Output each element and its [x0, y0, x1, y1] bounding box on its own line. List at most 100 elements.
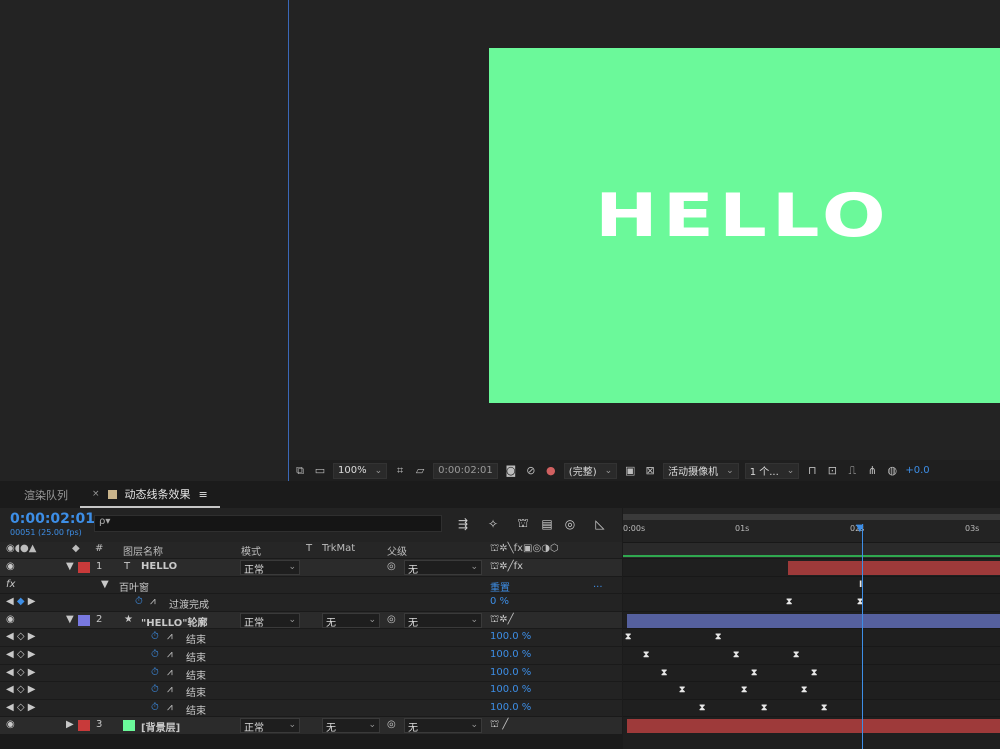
exposure-value[interactable]: +0.0 — [905, 465, 929, 476]
stopwatch-icon[interactable]: ⏱ — [151, 684, 159, 695]
graph-icon[interactable]: ⩘ — [167, 649, 173, 660]
region-of-interest-icon[interactable]: ▣ — [623, 464, 637, 478]
label-color-swatch[interactable] — [78, 614, 90, 626]
header-parent[interactable]: 父级 — [387, 543, 407, 558]
graph-icon[interactable]: ⩘ — [167, 667, 173, 678]
property-value[interactable]: 100.0 % — [490, 667, 531, 678]
keyframe[interactable]: ⧗ — [679, 685, 685, 695]
track-end-5[interactable]: ⧗ ⧗ ⧗ — [623, 698, 1000, 717]
layer-bar[interactable] — [627, 613, 1000, 628]
tab-render-queue[interactable]: 渲染队列 — [0, 482, 80, 508]
track-layer-1[interactable] — [623, 558, 1000, 576]
always-preview-icon[interactable]: ⧉ — [293, 464, 307, 478]
property-row-end-3[interactable]: ◀ ◇ ▶ ⏱ ⩘ 结束 100.0 % — [0, 663, 622, 682]
track-end-1[interactable]: ⧗ ⧗ — [623, 628, 1000, 646]
layer-row-3[interactable]: ◉ ▶ 3 [背景层] 正常 ⌄ 无 ⌄ ◎ 无 ⌄ ⛫ ╱ — [0, 716, 622, 734]
header-name[interactable]: 图层名称 — [123, 543, 163, 558]
current-time-display[interactable]: 0:00:02:01 — [10, 511, 95, 527]
eye-icon[interactable]: ◉◖●▲ — [6, 543, 36, 554]
layer-name[interactable]: HELLO — [141, 561, 177, 572]
track-end-2[interactable]: ⧗ ⧗ ⧗ — [623, 646, 1000, 664]
keyframe[interactable]: ⧗ — [761, 703, 767, 713]
playhead-icon[interactable]: ▼ — [856, 524, 868, 534]
expand-arrow-icon[interactable]: ▼ — [101, 579, 109, 590]
layer-name[interactable]: [背景层] — [141, 719, 180, 734]
layer-bar[interactable] — [788, 561, 1000, 575]
graph-icon[interactable]: ⩘ — [167, 684, 173, 695]
parent-select[interactable]: 无 ⌄ — [404, 718, 482, 734]
keyframe[interactable]: ⧗ — [699, 703, 705, 713]
composition-viewer[interactable]: HELLO ⧉ ▭ 100% ⌄ ⌗ ▱ 0:00:02:01 ◙ ⊘ ● (完整… — [288, 0, 1000, 481]
pickwhip-icon[interactable]: ◎ — [387, 561, 396, 572]
blend-mode-select[interactable]: 正常 ⌄ — [240, 718, 300, 734]
draft-3d-icon[interactable]: ✧ — [485, 516, 501, 532]
exposure-icon[interactable]: ◍ — [885, 464, 899, 478]
viewer-timecode[interactable]: 0:00:02:01 — [433, 462, 498, 479]
track-layer-2[interactable] — [623, 610, 1000, 629]
layer-bar[interactable] — [627, 719, 1000, 734]
keyframe[interactable]: ⧗ — [821, 703, 827, 713]
keyframe[interactable]: ⧗ — [733, 650, 739, 660]
property-row-transition[interactable]: ◀ ◆ ▶ ⏱ ⩘ 过渡完成 0 % — [0, 593, 622, 611]
expand-arrow-icon[interactable]: ▼ — [66, 614, 74, 625]
motion-blur-icon[interactable]: ◎ — [562, 516, 578, 532]
comp-flowchart-icon[interactable]: ⇶ — [455, 516, 471, 532]
channel-icon[interactable]: ● — [544, 464, 558, 478]
property-value[interactable]: 100.0 % — [490, 649, 531, 660]
timeline-icon[interactable]: ⎍ — [845, 464, 859, 478]
keyframe-nav[interactable]: ◀ ◇ ▶ — [6, 667, 35, 678]
toggle-pixel-icon[interactable]: ⊓ — [805, 464, 819, 478]
tab-composition[interactable]: × 动态线条效果 ≡ — [80, 482, 220, 508]
label-color-swatch[interactable] — [78, 562, 90, 573]
grid-icon[interactable]: ⌗ — [393, 464, 407, 478]
fx-icon[interactable]: fx — [6, 579, 15, 590]
keyframe[interactable]: ⧗ — [643, 650, 649, 660]
monitor-icon[interactable]: ▭ — [313, 464, 327, 478]
label-color-swatch[interactable] — [78, 720, 90, 732]
layer-switches[interactable]: ⛫✲╱ — [490, 614, 514, 627]
pickwhip-icon[interactable]: ◎ — [387, 719, 396, 730]
layer-name[interactable]: "HELLO"轮廓 — [141, 614, 208, 629]
keyframe[interactable]: ⧗ — [801, 685, 807, 695]
blend-mode-select[interactable]: 正常 ⌄ — [240, 612, 300, 629]
parent-select[interactable]: 无 ⌄ — [404, 612, 482, 629]
snapshot-icon[interactable]: ◙ — [504, 464, 518, 478]
layer-row-2[interactable]: ◉ ▼ 2 ★ "HELLO"轮廓 正常 ⌄ 无 ⌄ ◎ 无 ⌄ ⛫✲╱ — [0, 610, 622, 629]
reset-link[interactable]: 重置 — [490, 579, 510, 594]
header-trkmat[interactable]: TrkMat — [322, 543, 355, 554]
effect-row-blinds[interactable]: fx ▼ 百叶窗 重置 ... — [0, 575, 622, 594]
layer-search-input[interactable]: ρ▾ — [94, 515, 442, 532]
graph-icon[interactable]: ⩘ — [167, 702, 173, 713]
property-row-end-1[interactable]: ◀ ◇ ▶ ⏱ ⩘ 结束 100.0 % — [0, 628, 622, 646]
effect-name[interactable]: 百叶窗 — [119, 579, 149, 594]
layer-row-1[interactable]: ◉ ▼ 1 T HELLO 正常 ⌄ ◎ 无 ⌄ ⛫✲╱fx — [0, 558, 622, 576]
track-layer-3[interactable] — [623, 716, 1000, 734]
layer-switches[interactable]: ⛫ ╱ — [490, 719, 508, 732]
keyframe[interactable]: ⧗ — [751, 668, 757, 678]
graph-icon[interactable]: ⩘ — [167, 631, 173, 642]
expand-arrow-icon[interactable]: ▶ — [66, 719, 74, 730]
track-end-4[interactable]: ⧗ ⧗ ⧗ — [623, 681, 1000, 699]
keyframe[interactable]: ⧗ — [715, 632, 721, 642]
show-snapshot-icon[interactable]: ⊘ — [524, 464, 538, 478]
trkmat-select[interactable]: 无 ⌄ — [322, 612, 380, 629]
composition-canvas[interactable]: HELLO — [489, 48, 1000, 403]
trkmat-select[interactable]: 无 ⌄ — [322, 718, 380, 734]
parent-select[interactable]: 无 ⌄ — [404, 560, 482, 576]
layer-switches[interactable]: ⛫✲╱fx — [490, 561, 523, 574]
keyframe-nav[interactable]: ◀ ◇ ▶ — [6, 684, 35, 695]
keyframe[interactable]: ⧗ — [625, 632, 631, 642]
stopwatch-icon[interactable]: ⏱ — [151, 667, 159, 678]
property-value[interactable]: 100.0 % — [490, 631, 531, 642]
work-area-bar[interactable] — [623, 514, 1000, 520]
views-select[interactable]: 1 个... ⌄ — [744, 462, 800, 479]
effect-options-dots[interactable]: ... — [593, 579, 603, 590]
property-value[interactable]: 100.0 % — [490, 684, 531, 695]
graph-editor-icon[interactable]: ◺ — [592, 516, 608, 532]
keyframe-nav[interactable]: ◀ ◇ ▶ — [6, 649, 35, 660]
keyframe[interactable]: ⧗ — [793, 650, 799, 660]
stopwatch-icon[interactable]: ⏱ — [135, 596, 143, 607]
stopwatch-icon[interactable]: ⏱ — [151, 649, 159, 660]
keyframe[interactable]: ⧗ — [741, 685, 747, 695]
stopwatch-icon[interactable]: ⏱ — [151, 702, 159, 713]
